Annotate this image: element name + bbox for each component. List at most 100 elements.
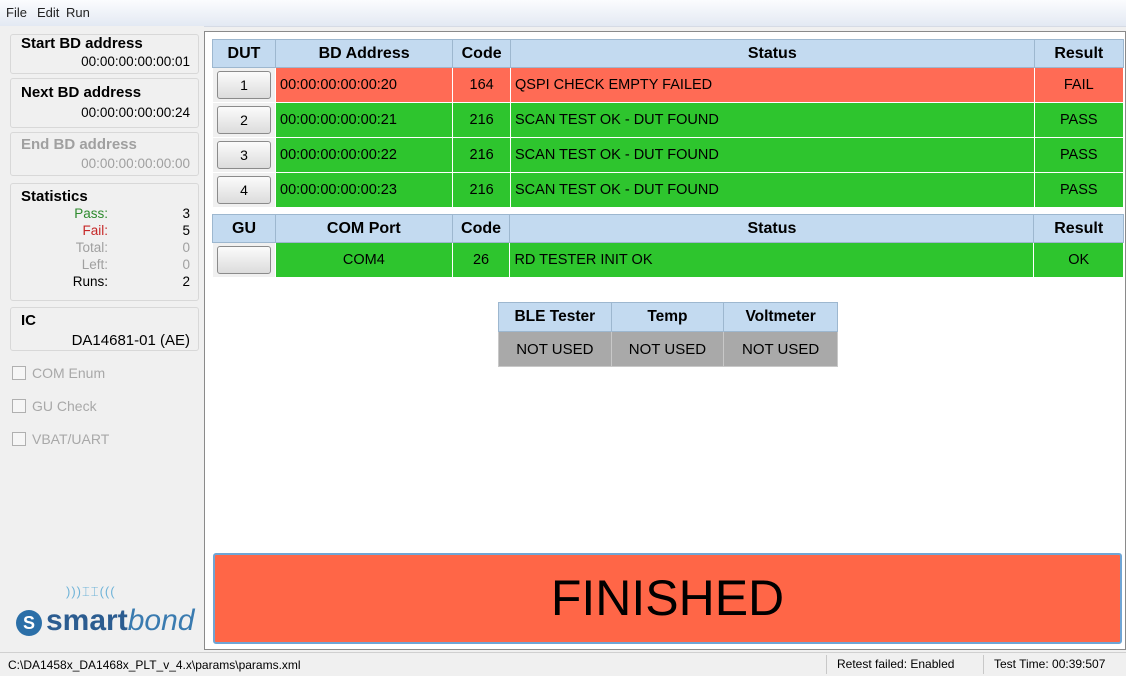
stat-total: Total: 0: [10, 240, 190, 255]
col-header-result: Result: [1033, 214, 1124, 243]
logo-waves-icon: )))⌶⌶(((: [66, 584, 116, 599]
col-header-voltmeter: Voltmeter: [723, 302, 838, 332]
stat-runs-value: 2: [182, 274, 190, 289]
menu-file[interactable]: File: [6, 5, 27, 20]
com-enum-label: COM Enum: [32, 365, 106, 381]
status-cell: SCAN TEST OK - DUT FOUND: [510, 172, 1035, 208]
retest-status: Retest failed: Enabled: [826, 655, 985, 674]
voltmeter-value: NOT USED: [723, 331, 838, 367]
finished-banner[interactable]: FINISHED: [213, 553, 1122, 644]
stat-total-value: 0: [182, 240, 190, 255]
status-cell: RD TESTER INIT OK: [509, 242, 1035, 278]
stat-left: Left: 0: [10, 257, 190, 272]
gu-button[interactable]: [217, 246, 271, 274]
gu-table: GU COM Port Code Status Result COM4 26 R…: [212, 214, 1124, 278]
vbat-uart-checkbox[interactable]: VBAT/UART: [12, 431, 109, 447]
code-cell: 216: [452, 102, 511, 138]
vbat-uart-label: VBAT/UART: [32, 431, 110, 447]
bd-address-cell: 00:00:00:00:00:22: [274, 137, 454, 173]
ic-group: IC DA14681-01 (AE): [10, 307, 199, 351]
stat-pass-label: Pass:: [74, 206, 108, 221]
checkbox-box[interactable]: [12, 399, 26, 413]
status-bar: C:\DA1458x_DA1468x_PLT_v_4.x\params\para…: [0, 652, 1126, 676]
stat-fail-value: 5: [182, 223, 190, 238]
code-cell: 216: [452, 172, 511, 208]
dut-table: DUT BD Address Code Status Result 1 00:0…: [212, 39, 1125, 208]
instruments-row: NOT USED NOT USED NOT USED: [498, 331, 838, 367]
code-cell: 164: [452, 67, 511, 103]
col-header-temp: Temp: [610, 302, 725, 332]
col-header-code: Code: [452, 39, 511, 68]
checkbox-box[interactable]: [12, 366, 26, 380]
statistics-group: Statistics Pass: 3 Fail: 5 Total: 0 Left…: [10, 183, 199, 301]
statistics-title: Statistics: [21, 188, 88, 205]
start-bd-value: 00:00:00:00:00:01: [81, 54, 190, 69]
stat-runs: Runs: 2: [10, 274, 190, 289]
gu-check-checkbox[interactable]: GU Check: [12, 398, 97, 414]
next-bd-group: Next BD address 00:00:00:00:00:24: [10, 78, 199, 128]
end-bd-group: End BD address 00:00:00:00:00:00: [10, 132, 199, 176]
result-cell: FAIL: [1033, 67, 1125, 103]
end-bd-value: 00:00:00:00:00:00: [81, 156, 190, 171]
gu-check-label: GU Check: [32, 398, 97, 414]
col-header-gu: GU: [212, 214, 276, 243]
menu-edit[interactable]: Edit: [37, 5, 59, 20]
col-header-code: Code: [451, 214, 511, 243]
instruments-header: BLE Tester Temp Voltmeter: [498, 302, 838, 332]
checkbox-box[interactable]: [12, 432, 26, 446]
stat-left-label: Left:: [81, 257, 108, 272]
stat-fail-label: Fail:: [82, 223, 108, 238]
stat-left-value: 0: [182, 257, 190, 272]
dut-table-header: DUT BD Address Code Status Result: [212, 39, 1125, 68]
col-header-bd-address: BD Address: [274, 39, 454, 68]
com-enum-checkbox[interactable]: COM Enum: [12, 365, 105, 381]
col-header-status: Status: [509, 214, 1035, 243]
table-row: 3 00:00:00:00:00:22 216 SCAN TEST OK - D…: [212, 137, 1125, 173]
next-bd-title: Next BD address: [21, 84, 142, 101]
dut-1-button[interactable]: 1: [217, 71, 271, 99]
dut-2-button[interactable]: 2: [217, 106, 271, 134]
logo-symbol-icon: S: [16, 610, 42, 636]
result-cell: OK: [1033, 242, 1124, 278]
end-bd-title: End BD address: [21, 136, 137, 153]
start-bd-title: Start BD address: [21, 35, 143, 52]
gu-table-header: GU COM Port Code Status Result: [212, 214, 1124, 243]
stat-pass: Pass: 3: [10, 206, 190, 221]
dut-4-button[interactable]: 4: [217, 176, 271, 204]
bd-address-cell: 00:00:00:00:00:20: [274, 67, 454, 103]
bd-address-cell: 00:00:00:00:00:21: [274, 102, 454, 138]
ble-tester-value: NOT USED: [498, 331, 612, 367]
logo-smart-text: smart: [46, 604, 128, 637]
stat-pass-value: 3: [182, 206, 190, 221]
table-row: 4 00:00:00:00:00:23 216 SCAN TEST OK - D…: [212, 172, 1125, 208]
com-port-cell: COM4: [275, 242, 453, 278]
dut-3-button[interactable]: 3: [217, 141, 271, 169]
table-row: 2 00:00:00:00:00:21 216 SCAN TEST OK - D…: [212, 102, 1125, 138]
table-row: 1 00:00:00:00:00:20 164 QSPI CHECK EMPTY…: [212, 67, 1125, 103]
result-cell: PASS: [1033, 137, 1125, 173]
col-header-result: Result: [1033, 39, 1125, 68]
status-cell: QSPI CHECK EMPTY FAILED: [510, 67, 1035, 103]
menu-run[interactable]: Run: [66, 5, 90, 20]
finished-text: FINISHED: [550, 570, 785, 626]
test-time: Test Time: 00:39:507: [983, 655, 1126, 674]
stat-runs-label: Runs:: [72, 274, 108, 289]
col-header-ble-tester: BLE Tester: [498, 302, 612, 332]
result-cell: PASS: [1033, 172, 1125, 208]
table-row: COM4 26 RD TESTER INIT OK OK: [212, 242, 1124, 278]
params-path: C:\DA1458x_DA1468x_PLT_v_4.x\params\para…: [8, 658, 301, 672]
result-cell: PASS: [1033, 102, 1125, 138]
col-header-com-port: COM Port: [275, 214, 453, 243]
col-header-dut: DUT: [212, 39, 276, 68]
bd-address-cell: 00:00:00:00:00:23: [274, 172, 454, 208]
stat-total-label: Total:: [75, 240, 108, 255]
instruments-table: BLE Tester Temp Voltmeter NOT USED NOT U…: [498, 302, 838, 367]
code-cell: 216: [452, 137, 511, 173]
col-header-status: Status: [510, 39, 1035, 68]
status-cell: SCAN TEST OK - DUT FOUND: [510, 102, 1035, 138]
status-cell: SCAN TEST OK - DUT FOUND: [510, 137, 1035, 173]
menu-bar: File Edit Run: [0, 0, 1126, 27]
temp-value: NOT USED: [610, 331, 725, 367]
stat-fail: Fail: 5: [10, 223, 190, 238]
next-bd-value: 00:00:00:00:00:24: [81, 105, 190, 120]
